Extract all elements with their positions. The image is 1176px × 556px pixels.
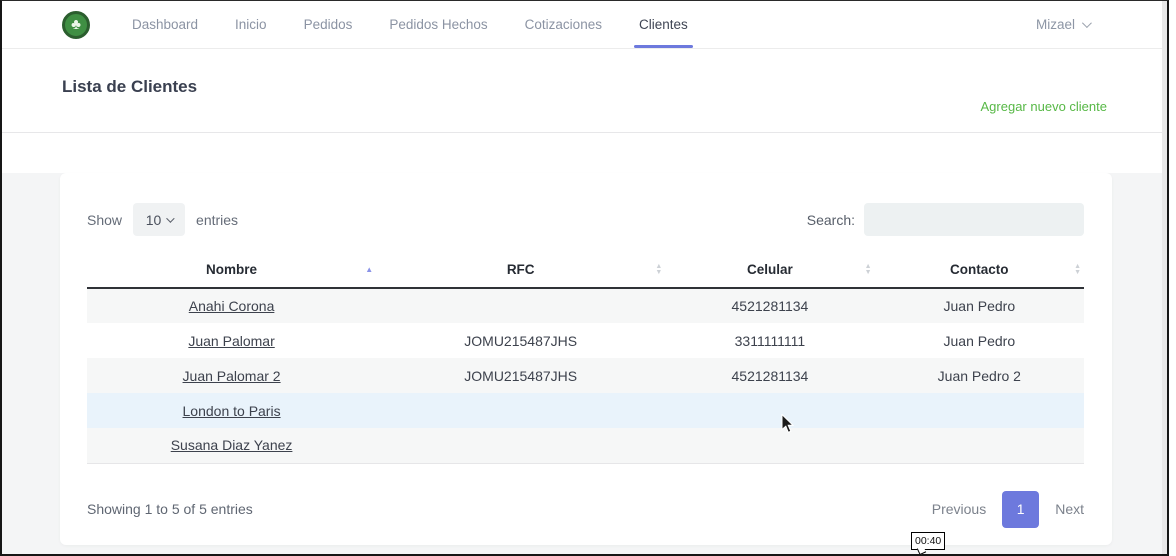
sort-both-icon: ▲ ▼ [865, 264, 872, 276]
contacto-cell: Juan Pedro [875, 288, 1084, 323]
client-name-link[interactable]: London to Paris [183, 403, 281, 419]
table-header-row: Nombre ▲ RFC ▲ ▼ [87, 252, 1084, 288]
next-page-button[interactable]: Next [1055, 501, 1084, 517]
client-name-link[interactable]: Anahi Corona [189, 298, 275, 314]
celular-cell [665, 428, 874, 463]
rfc-cell [376, 288, 665, 323]
current-page-button[interactable]: 1 [1002, 491, 1039, 528]
page-body: Show 10 entries Search: [2, 173, 1167, 556]
chevron-down-icon [1082, 18, 1092, 28]
search-control: Search: [807, 203, 1084, 236]
search-input[interactable] [864, 203, 1084, 236]
clients-table: Nombre ▲ RFC ▲ ▼ [87, 252, 1084, 464]
nav-item-cotizaciones[interactable]: Cotizaciones [525, 1, 602, 48]
showing-info: Showing 1 to 5 of 5 entries [87, 501, 253, 517]
client-name-link[interactable]: Susana Diaz Yanez [171, 437, 293, 453]
user-menu[interactable]: Mizael [1036, 17, 1089, 32]
nav-item-dashboard[interactable]: Dashboard [132, 1, 198, 48]
table-footer: Showing 1 to 5 of 5 entries Previous 1 N… [60, 464, 1112, 528]
table-controls: Show 10 entries Search: [60, 173, 1112, 236]
app-window: ♣ Dashboard Inicio Pedidos Pedidos Hecho… [0, 0, 1169, 556]
user-name: Mizael [1036, 17, 1075, 32]
timestamp-value: 00:40 [915, 535, 941, 547]
sort-both-icon: ▲ ▼ [1074, 264, 1081, 276]
column-label: Celular [747, 262, 793, 277]
rfc-cell [376, 393, 665, 428]
rfc-cell [376, 428, 665, 463]
nav-item-pedidos-hechos[interactable]: Pedidos Hechos [389, 1, 487, 48]
sort-both-icon: ▲ ▼ [655, 264, 662, 276]
contacto-cell: Juan Pedro 2 [875, 358, 1084, 393]
column-label: Nombre [206, 262, 257, 277]
entries-label: entries [196, 212, 238, 228]
show-label: Show [87, 212, 122, 228]
client-name-link[interactable]: Juan Palomar [188, 333, 274, 349]
previous-page-button[interactable]: Previous [932, 501, 986, 517]
add-client-link[interactable]: Agregar nuevo cliente [981, 99, 1107, 114]
column-header-nombre[interactable]: Nombre ▲ [87, 252, 376, 288]
page-title: Lista de Clientes [2, 49, 1167, 97]
page-size-select[interactable]: 10 [133, 203, 185, 236]
nav-item-inicio[interactable]: Inicio [235, 1, 267, 48]
table-row-hovered: London to Paris [87, 393, 1084, 428]
column-label: RFC [507, 262, 535, 277]
sort-ascending-icon: ▲ [365, 267, 373, 273]
celular-cell [665, 393, 874, 428]
rfc-cell: JOMU215487JHS [376, 358, 665, 393]
search-label: Search: [807, 212, 855, 228]
column-label: Contacto [950, 262, 1009, 277]
show-entries-control: Show 10 entries [87, 203, 238, 236]
clover-icon: ♣ [71, 17, 81, 32]
celular-cell: 4521281134 [665, 288, 874, 323]
table-row: Susana Diaz Yanez [87, 428, 1084, 463]
column-header-contacto[interactable]: Contacto ▲ ▼ [875, 252, 1084, 288]
column-header-celular[interactable]: Celular ▲ ▼ [665, 252, 874, 288]
nav-items: Dashboard Inicio Pedidos Pedidos Hechos … [132, 1, 688, 48]
clients-card: Show 10 entries Search: [60, 173, 1112, 545]
contacto-cell [875, 428, 1084, 463]
rfc-cell: JOMU215487JHS [376, 323, 665, 358]
page-header: Lista de Clientes Agregar nuevo cliente [2, 49, 1167, 133]
column-header-rfc[interactable]: RFC ▲ ▼ [376, 252, 665, 288]
table-row: Anahi Corona 4521281134 Juan Pedro [87, 288, 1084, 323]
nav-item-pedidos[interactable]: Pedidos [304, 1, 353, 48]
nav-item-clientes[interactable]: Clientes [639, 1, 688, 48]
client-name-link[interactable]: Juan Palomar 2 [183, 368, 281, 384]
table-row: Juan Palomar 2 JOMU215487JHS 4521281134 … [87, 358, 1084, 393]
page-size-value: 10 [146, 212, 162, 228]
contacto-cell: Juan Pedro [875, 323, 1084, 358]
contacto-cell [875, 393, 1084, 428]
recording-timestamp: 00:40 [911, 532, 945, 550]
pagination: Previous 1 Next [932, 491, 1084, 528]
chevron-down-icon [166, 214, 174, 222]
vertical-scrollbar[interactable] [1162, 1, 1167, 554]
table-row: Juan Palomar JOMU215487JHS 3311111111 Ju… [87, 323, 1084, 358]
celular-cell: 3311111111 [665, 323, 874, 358]
celular-cell: 4521281134 [665, 358, 874, 393]
brand-logo[interactable]: ♣ [62, 11, 90, 39]
top-navbar: ♣ Dashboard Inicio Pedidos Pedidos Hecho… [2, 1, 1167, 49]
